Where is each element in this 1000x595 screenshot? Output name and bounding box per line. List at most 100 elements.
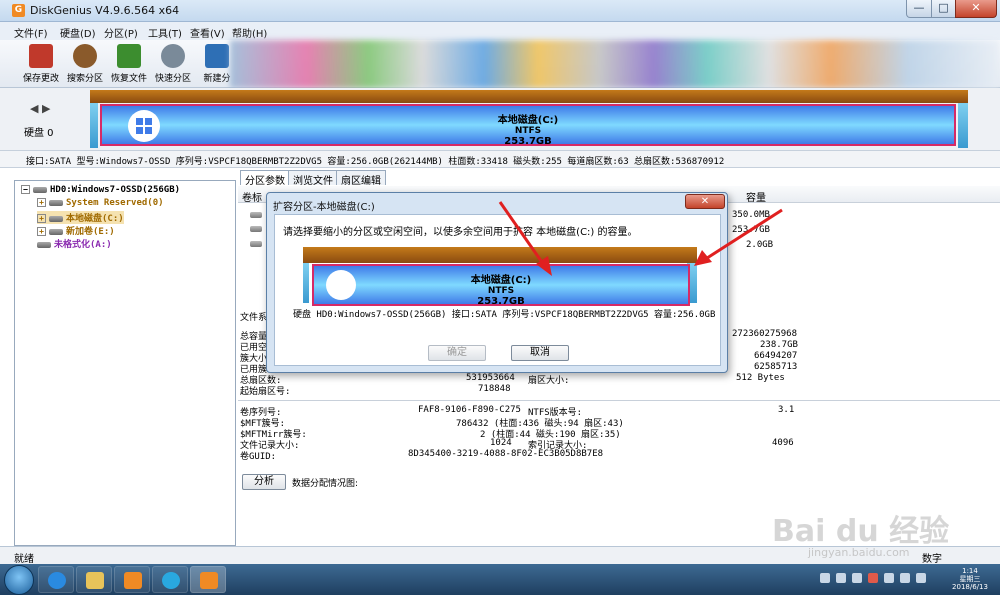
menu-file[interactable]: 文件(F) xyxy=(14,25,48,40)
taskbar: 1:14 星期三 2018/6/13 xyxy=(0,564,1000,595)
disk-bar: 本地磁盘(C:) NTFS 253.7GB xyxy=(90,90,968,148)
tree-disk[interactable]: − HD0:Windows7-OSSD(256GB) xyxy=(21,185,180,198)
menu-help[interactable]: 帮助(H) xyxy=(232,25,267,40)
taskbar-diskgenius[interactable] xyxy=(190,566,226,593)
magnifier-icon xyxy=(73,44,97,68)
partition-fs: NTFS xyxy=(487,286,515,296)
partition-reserved[interactable] xyxy=(303,263,309,303)
menu-tools[interactable]: 工具(T) xyxy=(148,25,182,40)
partition-icon xyxy=(49,199,63,206)
detail-value: 272360275968 xyxy=(732,329,798,339)
taskbar-media[interactable] xyxy=(114,566,150,593)
status-text: 就绪 xyxy=(14,554,34,565)
maximize-button[interactable]: □ xyxy=(931,0,956,18)
detail-value: 238.7GB xyxy=(760,340,798,350)
divider xyxy=(238,400,1000,401)
detail-value: 3.1 xyxy=(778,405,795,415)
quick-partition-button[interactable]: 快速分区 xyxy=(150,44,196,86)
windows-logo-icon xyxy=(128,110,160,142)
ok-button[interactable]: 确定 xyxy=(428,345,486,361)
watermark-url: jingyan.baidu.com xyxy=(808,546,910,559)
detail-value: 1024 xyxy=(490,438,512,448)
tree-item-e-drive[interactable]: + 新加卷(E:) xyxy=(37,224,115,237)
menu-disk[interactable]: 硬盘(D) xyxy=(60,25,96,40)
window-title: DiskGenius V4.9.6.564 x64 xyxy=(30,4,180,17)
partition-c-block[interactable]: 本地磁盘(C:) NTFS 253.7GB xyxy=(100,104,956,147)
partition-icon xyxy=(49,215,63,222)
network-icon[interactable] xyxy=(900,573,910,583)
tray-icon[interactable] xyxy=(836,573,846,583)
detail-label: 卷GUID: xyxy=(240,452,277,462)
cancel-button[interactable]: 取消 xyxy=(511,345,569,361)
tray-icon[interactable] xyxy=(868,573,878,583)
battery-icon[interactable] xyxy=(884,573,894,583)
collapse-icon[interactable]: − xyxy=(21,185,30,194)
taskbar-explorer[interactable] xyxy=(76,566,112,593)
detail-value: FAF8-9106-F890-C275 xyxy=(418,405,521,415)
detail-value: 66494207 xyxy=(754,351,798,361)
windows-logo-icon xyxy=(326,270,356,300)
diskgenius-icon xyxy=(200,572,218,589)
partition-name: 本地磁盘(C:) xyxy=(497,115,559,126)
detail-label: 扇区大小: xyxy=(528,376,570,386)
partition-icon xyxy=(37,241,51,248)
save-icon xyxy=(29,44,53,68)
expand-icon[interactable]: + xyxy=(37,214,46,223)
menu-partition[interactable]: 分区(P) xyxy=(104,25,138,40)
dialog-prompt: 请选择要缩小的分区或空闲空间，以使多余空间用于扩容 本地磁盘(C:) 的容量。 xyxy=(283,227,638,238)
tree-item-unformatted[interactable]: 未格式化(A:) xyxy=(37,237,112,250)
folder-icon xyxy=(86,572,104,589)
disk-bar-header xyxy=(90,90,968,103)
detail-value: 512 Bytes xyxy=(736,373,785,383)
tree-item-system-reserved[interactable]: + System Reserved(0) xyxy=(37,198,164,211)
expand-icon[interactable]: + xyxy=(37,198,46,207)
partition-reserved[interactable] xyxy=(90,103,98,148)
tab-browse-files[interactable]: 浏览文件 xyxy=(288,170,338,187)
title-bar: G DiskGenius V4.9.6.564 x64 — □ ✕ xyxy=(0,0,1000,22)
baidu-watermark: Bai du 经验 jingyan.baidu.com xyxy=(768,488,968,568)
dialog-title: 扩容分区-本地磁盘(C:) xyxy=(273,202,375,213)
detail-label: 起始扇区号: xyxy=(240,387,291,397)
partition-row-icon xyxy=(250,212,262,218)
disk-nav-arrows[interactable]: ◀ ▶ xyxy=(30,102,50,115)
taskbar-ie[interactable] xyxy=(38,566,74,593)
recover-files-icon xyxy=(117,44,141,68)
expand-icon[interactable]: + xyxy=(37,227,46,236)
col-capacity[interactable]: 容量 xyxy=(746,189,766,204)
detail-value: 4096 xyxy=(772,438,794,448)
recover-files-button[interactable]: 恢复文件 xyxy=(106,44,152,86)
col-volume-label[interactable]: 卷标 xyxy=(242,189,262,204)
section-fs-label: 文件系 xyxy=(240,313,268,323)
tab-sector-edit[interactable]: 扇区编辑 xyxy=(336,170,386,187)
disk-tree: − HD0:Windows7-OSSD(256GB) + System Reserv… xyxy=(14,180,236,546)
media-player-icon xyxy=(124,572,142,589)
clock[interactable]: 1:14 星期三 2018/6/13 xyxy=(950,567,990,591)
disk-map: ◀ ▶ 硬盘 0 本地磁盘(C:) NTFS 253.7GB xyxy=(0,88,1000,150)
disk-info-bar: 接口:SATA 型号:Windows7-OSSD 序列号:VSPCF18QBER… xyxy=(0,150,1000,168)
start-button[interactable] xyxy=(4,565,34,595)
partition-size: 253.7GB xyxy=(477,296,525,307)
annotation-arrow-icon xyxy=(694,208,783,266)
tray-icon[interactable] xyxy=(820,573,830,583)
taskbar-app[interactable] xyxy=(152,566,188,593)
partition-size: 253.7GB xyxy=(504,136,552,147)
analyze-button[interactable]: 分析 xyxy=(242,474,286,490)
menu-view[interactable]: 查看(V) xyxy=(190,25,225,40)
partition-tail[interactable] xyxy=(958,103,968,148)
app-icon: G xyxy=(12,4,25,17)
partition-icon xyxy=(49,228,63,235)
close-button[interactable]: ✕ xyxy=(955,0,997,18)
watermark-text: Bai du 经验 xyxy=(772,514,950,549)
partition-row-icon xyxy=(250,241,262,247)
search-partition-button[interactable]: 搜索分区 xyxy=(62,44,108,86)
save-changes-button[interactable]: 保存更改 xyxy=(18,44,64,86)
tree-item-c-drive[interactable]: + 本地磁盘(C:) xyxy=(37,211,124,224)
detail-value: 718848 xyxy=(478,384,511,394)
app-icon xyxy=(162,572,180,589)
detail-value: 62585713 xyxy=(754,362,798,372)
tab-partition-params[interactable]: 分区参数 xyxy=(240,170,290,187)
volume-icon[interactable] xyxy=(916,573,926,583)
minimize-button[interactable]: — xyxy=(906,0,932,18)
annotation-arrow-icon xyxy=(498,201,552,276)
tray-icon[interactable] xyxy=(852,573,862,583)
